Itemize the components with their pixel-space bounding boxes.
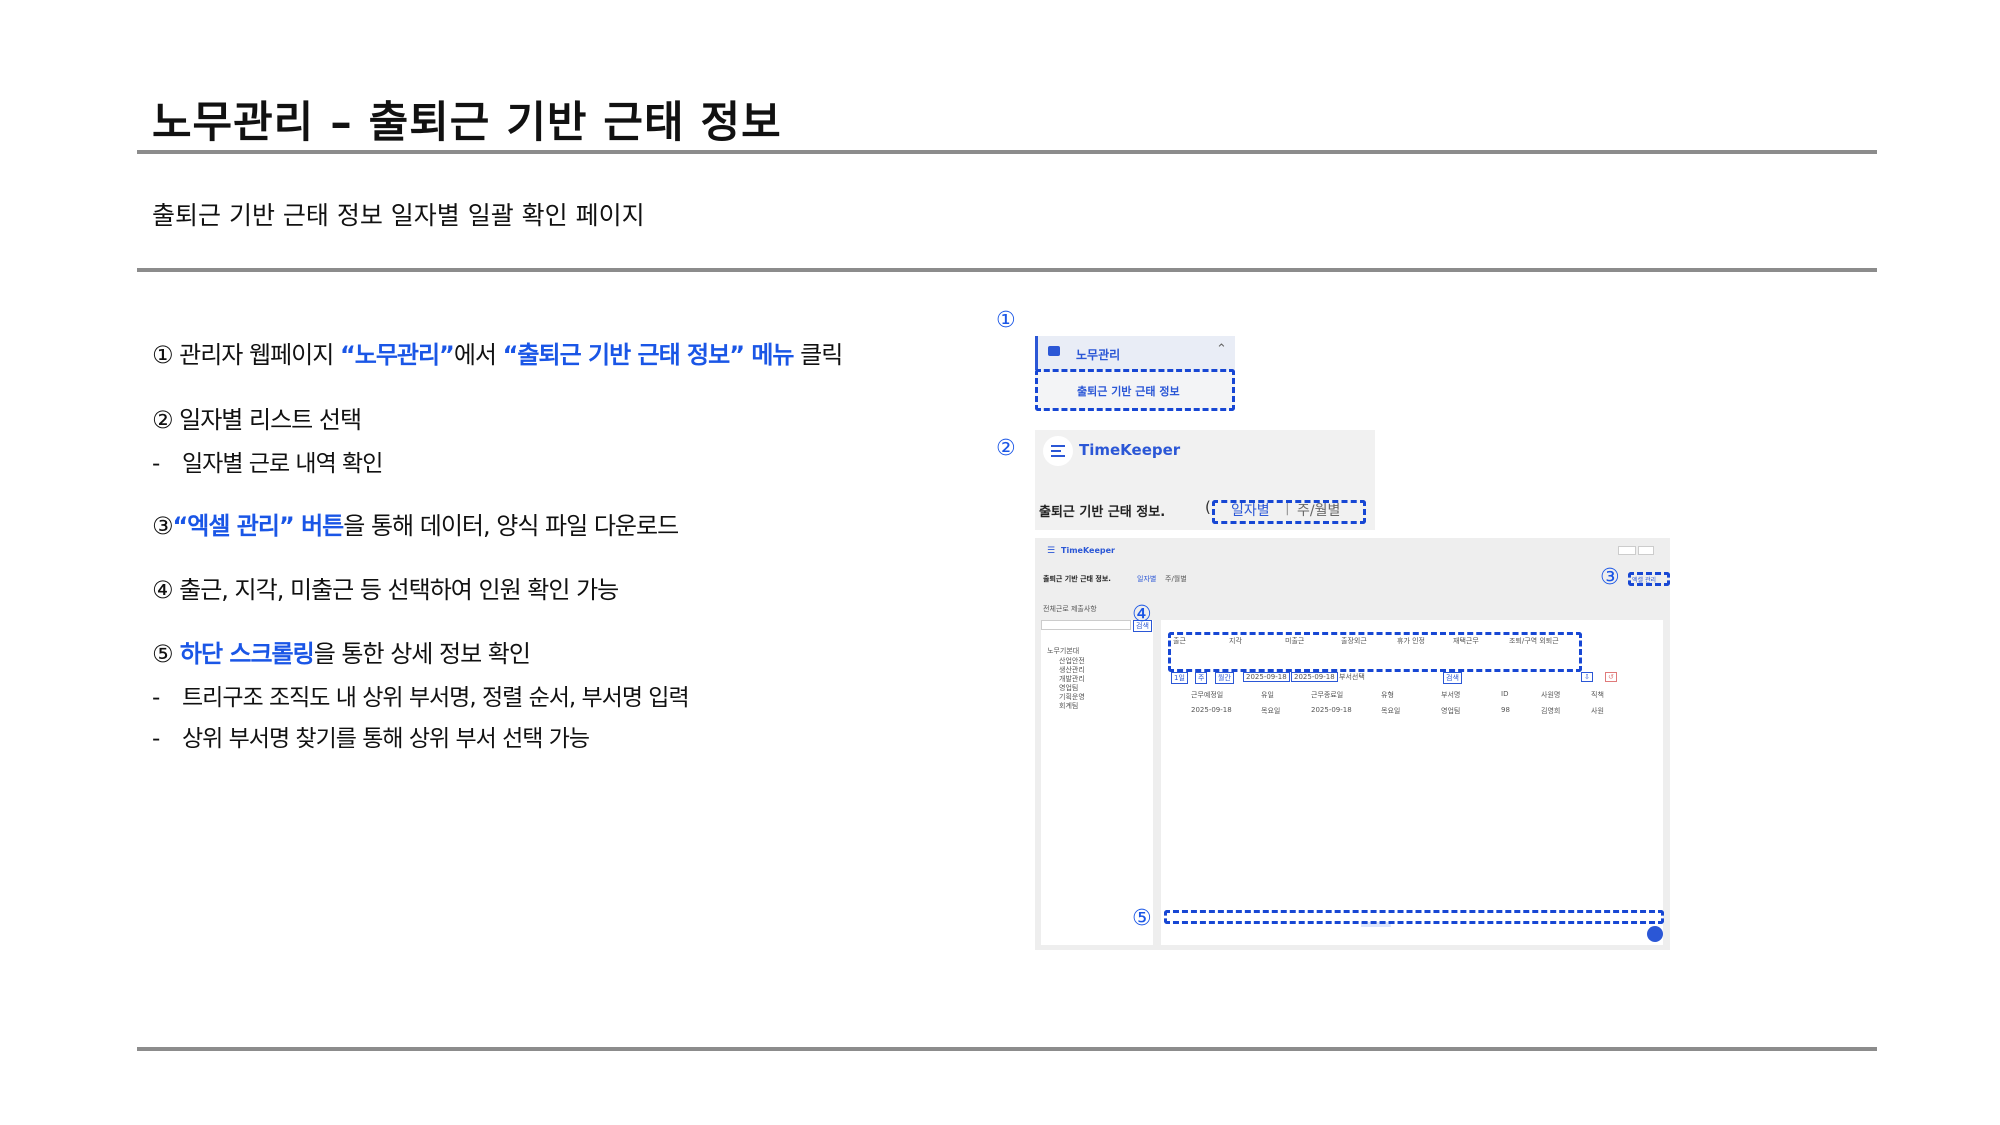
reset-button[interactable]: ↺ (1605, 672, 1617, 682)
step-3-highlight: “엑셀 관리” 버튼 (172, 512, 345, 540)
step-1-number: ① (152, 341, 173, 369)
column-header[interactable]: 유형 (1381, 690, 1394, 700)
bullet-dash: - (152, 726, 160, 752)
mini-app-name: TimeKeeper (1061, 546, 1115, 555)
step-3-number: ③ (152, 512, 173, 540)
marker-3: ③ (1600, 565, 1620, 590)
marker-1: ① (996, 308, 1016, 333)
subtitle-divider (137, 268, 1877, 272)
filter-day-button[interactable]: 1일 (1171, 672, 1188, 684)
mini-page-name: 출퇴근 기반 근태 정보. (1043, 575, 1111, 583)
chevron-up-icon: ⌃ (1216, 342, 1227, 357)
step-2-detail: - 일자별 근로 내역 확인 (152, 444, 383, 478)
step-2: ② 일자별 리스트 선택 (152, 400, 362, 435)
table-cell: 목요일 (1381, 707, 1401, 715)
step-2-detail-text: 일자별 근로 내역 확인 (182, 451, 383, 477)
column-header[interactable]: 근무예정일 (1191, 690, 1223, 700)
highlight-box-1 (1035, 369, 1235, 411)
mini-tab-weekly[interactable]: 주/월별 (1165, 574, 1187, 584)
org-tree-panel: 검색 노무기본대 산업안전 생산관리 개발관리 영업팀 기획운영 회계팀 (1041, 620, 1153, 945)
full-page-screenshot: ☰ TimeKeeper 출퇴근 기반 근태 정보. 일자별 주/월별 전체근로… (1035, 538, 1670, 950)
column-header[interactable]: 직책 (1591, 690, 1604, 700)
step-5-detail-1-text: 트리구조 조직도 내 상위 부서명, 정렬 순서, 부서명 입력 (182, 685, 690, 711)
bullet-dash: - (152, 451, 160, 477)
excel-manage-button[interactable]: 엑셀 관리 (1632, 575, 1656, 584)
step-2-number: ② (152, 406, 173, 434)
menu-icon[interactable]: ☰ (1047, 546, 1055, 556)
bullet-dash: - (152, 685, 160, 711)
menu-label: 노무관리 (1076, 348, 1121, 362)
column-header[interactable]: ID (1501, 690, 1508, 698)
table-cell: 영업팀 (1441, 707, 1461, 715)
filter-week-button[interactable]: 주 (1195, 672, 1208, 684)
org-label: 전체근로 제출사항 (1043, 605, 1097, 613)
highlight-box-5-scroll (1164, 910, 1664, 924)
date-from-input[interactable]: 2025-09-18 (1243, 672, 1290, 682)
department-select[interactable]: 부서선택 (1339, 672, 1365, 682)
table-cell: 목요일 (1261, 707, 1281, 715)
step-5-number: ⑤ (152, 640, 173, 668)
date-to-input[interactable]: 2025-09-18 (1291, 672, 1338, 682)
step-1-text: 관리자 웹페이지 (172, 341, 340, 369)
step-5: ⑤ 하단 스크롤링을 통한 상세 정보 확인 (152, 634, 531, 669)
step-1-highlight-submenu: “출퇴근 기반 근태 정보” 메뉴 (502, 341, 795, 369)
page-subtitle: 출퇴근 기반 근태 정보 일자별 일괄 확인 페이지 (152, 201, 645, 230)
step-4-text: 출근, 지각, 미출근 등 선택하여 인원 확인 가능 (172, 576, 619, 604)
table-cell: 김영희 (1541, 707, 1561, 715)
column-header[interactable]: 근무종료일 (1311, 690, 1343, 700)
highlight-box-4-stats (1168, 632, 1582, 672)
step-5-detail-2-text: 상위 부서명 찾기를 통해 상위 부서 선택 가능 (182, 726, 590, 752)
table-cell: 사원 (1591, 707, 1604, 715)
step-2-text: 일자별 리스트 선택 (172, 406, 362, 434)
app-name: TimeKeeper (1079, 441, 1181, 459)
mini-tab-daily[interactable]: 일자별 (1137, 574, 1156, 584)
highlight-box-2 (1212, 500, 1366, 524)
table-cell: 2025-09-18 (1191, 706, 1232, 714)
step-1-highlight-menu: “노무관리” (339, 341, 455, 369)
folder-icon (1048, 346, 1060, 356)
step-5-detail-1: - 트리구조 조직도 내 상위 부서명, 정렬 순서, 부서명 입력 (152, 678, 690, 712)
table-cell: 2025-09-18 (1311, 706, 1352, 714)
page-name: 출퇴근 기반 근태 정보. (1039, 505, 1166, 520)
step-1-text-end: 클릭 (793, 341, 843, 369)
step-3-text: 을 통해 데이터, 양식 파일 다운로드 (343, 512, 679, 540)
hamburger-icon[interactable] (1043, 436, 1073, 466)
marker-5: ⑤ (1132, 906, 1152, 931)
org-search-input[interactable] (1041, 620, 1131, 630)
marker-2: ② (996, 436, 1016, 461)
tree-node[interactable]: 회계팀 (1059, 701, 1078, 711)
footer-divider (137, 1047, 1877, 1051)
tree-node[interactable]: 노무기본대 (1047, 646, 1079, 656)
step-3: ③“엑셀 관리” 버튼을 통해 데이터, 양식 파일 다운로드 (152, 506, 679, 541)
title-divider (137, 150, 1877, 154)
step-4: ④ 출근, 지각, 미출근 등 선택하여 인원 확인 가능 (152, 570, 619, 605)
step-1: ① 관리자 웹페이지 “노무관리”에서 “출퇴근 기반 근태 정보” 메뉴 클릭 (152, 335, 843, 370)
chat-icon[interactable] (1647, 926, 1663, 942)
menu-row[interactable]: 노무관리 ⌃ (1035, 336, 1235, 370)
filter-month-button[interactable]: 월간 (1215, 672, 1234, 684)
column-header[interactable]: 유일 (1261, 690, 1274, 700)
page-title: 노무관리 – 출퇴근 기반 근태 정보 (152, 98, 782, 148)
step-5-detail-2: - 상위 부서명 찾기를 통해 상위 부서 선택 가능 (152, 719, 590, 753)
column-header[interactable]: 사원명 (1541, 690, 1560, 700)
step-4-number: ④ (152, 576, 173, 604)
download-button[interactable]: ⇩ (1581, 672, 1593, 682)
step-5-text: 을 통한 상세 정보 확인 (313, 640, 531, 668)
marker-4: ④ (1132, 602, 1152, 627)
table-cell: 98 (1501, 706, 1510, 714)
step-1-text-mid: 에서 (453, 341, 503, 369)
step-5-highlight: 하단 스크롤링 (172, 640, 315, 668)
column-header[interactable]: 부서명 (1441, 690, 1460, 700)
list-search-button[interactable]: 검색 (1443, 672, 1462, 684)
